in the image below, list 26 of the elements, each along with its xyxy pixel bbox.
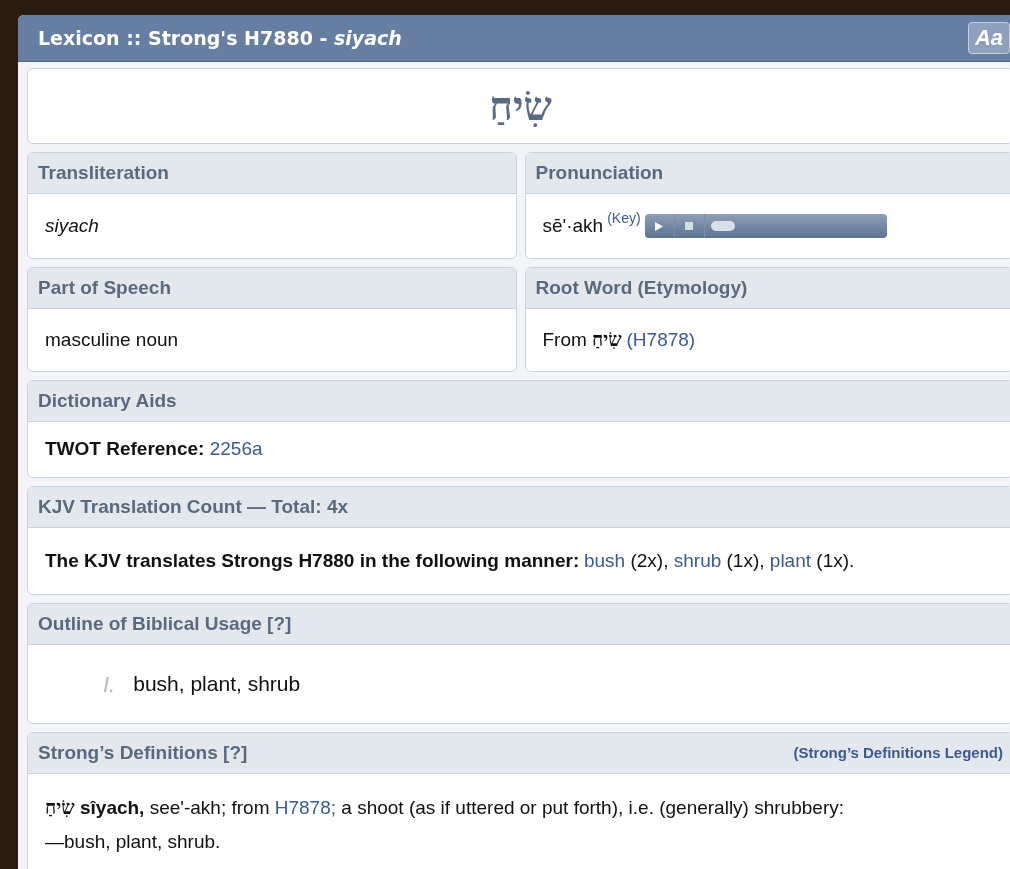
kjv-translation-text: The KJV translates Strongs H7880 in the following manner: bush (2x), shrub (1x), plant (1x). (45, 548, 855, 573)
link[interactable]: (H7878) (626, 329, 696, 351)
panel-title: Part of Speech (38, 275, 172, 300)
panel-title: Transliteration (38, 160, 169, 185)
seek-thumb[interactable] (710, 221, 735, 231)
outline-marker: I. (103, 670, 116, 699)
key-link[interactable]: (Key) (607, 208, 641, 229)
hebrew-headword: שִׂיחַ (489, 81, 552, 131)
panel-title: KJV Translation Count — Total: 4x (38, 494, 348, 519)
link[interactable]: plant (769, 549, 812, 571)
part-of-speech-text: masculine noun (45, 327, 179, 352)
link[interactable]: H7878; (274, 797, 337, 818)
outline-item: bush, plant, shrub (133, 671, 301, 698)
link[interactable]: shrub (673, 549, 722, 571)
panel-title: Root Word (Etymology) (535, 275, 748, 300)
link[interactable]: 2256a (209, 438, 263, 460)
panel-title: Pronunciation (535, 160, 664, 185)
panel-title: Outline of Biblical Usage [?] (38, 611, 292, 636)
twot-reference: TWOT Reference: 2256a (45, 437, 263, 462)
window-title: Lexicon :: Strong's H7880 - siyach (38, 25, 402, 51)
pronunciation-text: sē'·akh (542, 213, 604, 238)
panel-title: Dictionary Aids (38, 388, 177, 413)
transliteration-text: siyach (45, 213, 99, 238)
link[interactable]: bush (583, 549, 626, 571)
panel-title: Strong’s Definitions [?] (38, 740, 248, 765)
legend-link[interactable]: (Strong’s Definitions Legend) (793, 741, 1003, 765)
